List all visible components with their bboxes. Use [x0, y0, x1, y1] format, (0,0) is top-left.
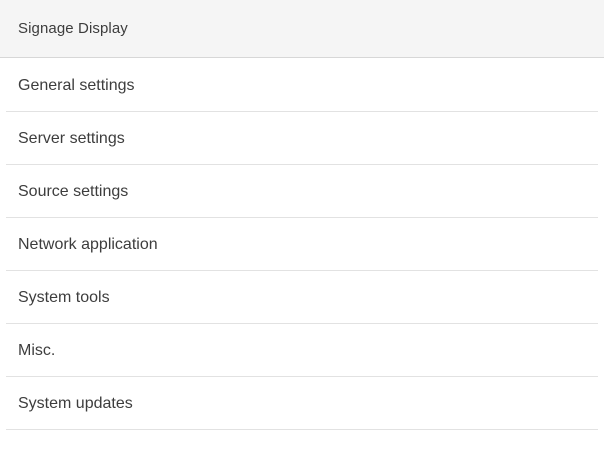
menu-item-system-updates[interactable]: System updates [0, 377, 604, 430]
menu-item-label: Misc. [18, 341, 56, 359]
app-header: Signage Display [0, 0, 604, 58]
menu-item-label: Network application [18, 235, 158, 253]
menu-item-system-tools[interactable]: System tools [0, 271, 604, 324]
page-title: Signage Display [18, 20, 128, 37]
menu-item-label: System tools [18, 288, 110, 306]
menu-item-label: General settings [18, 76, 135, 94]
menu-item-label: Server settings [18, 129, 125, 147]
settings-screen: Signage Display General settings Server … [0, 0, 604, 455]
menu-item-label: System updates [18, 394, 133, 412]
menu-item-label: Source settings [18, 182, 129, 200]
menu-item-source-settings[interactable]: Source settings [0, 165, 604, 218]
menu-item-general-settings[interactable]: General settings [0, 59, 604, 112]
menu-item-server-settings[interactable]: Server settings [0, 112, 604, 165]
settings-menu: General settings Server settings Source … [0, 59, 604, 430]
menu-item-misc[interactable]: Misc. [0, 324, 604, 377]
menu-item-network-application[interactable]: Network application [0, 218, 604, 271]
